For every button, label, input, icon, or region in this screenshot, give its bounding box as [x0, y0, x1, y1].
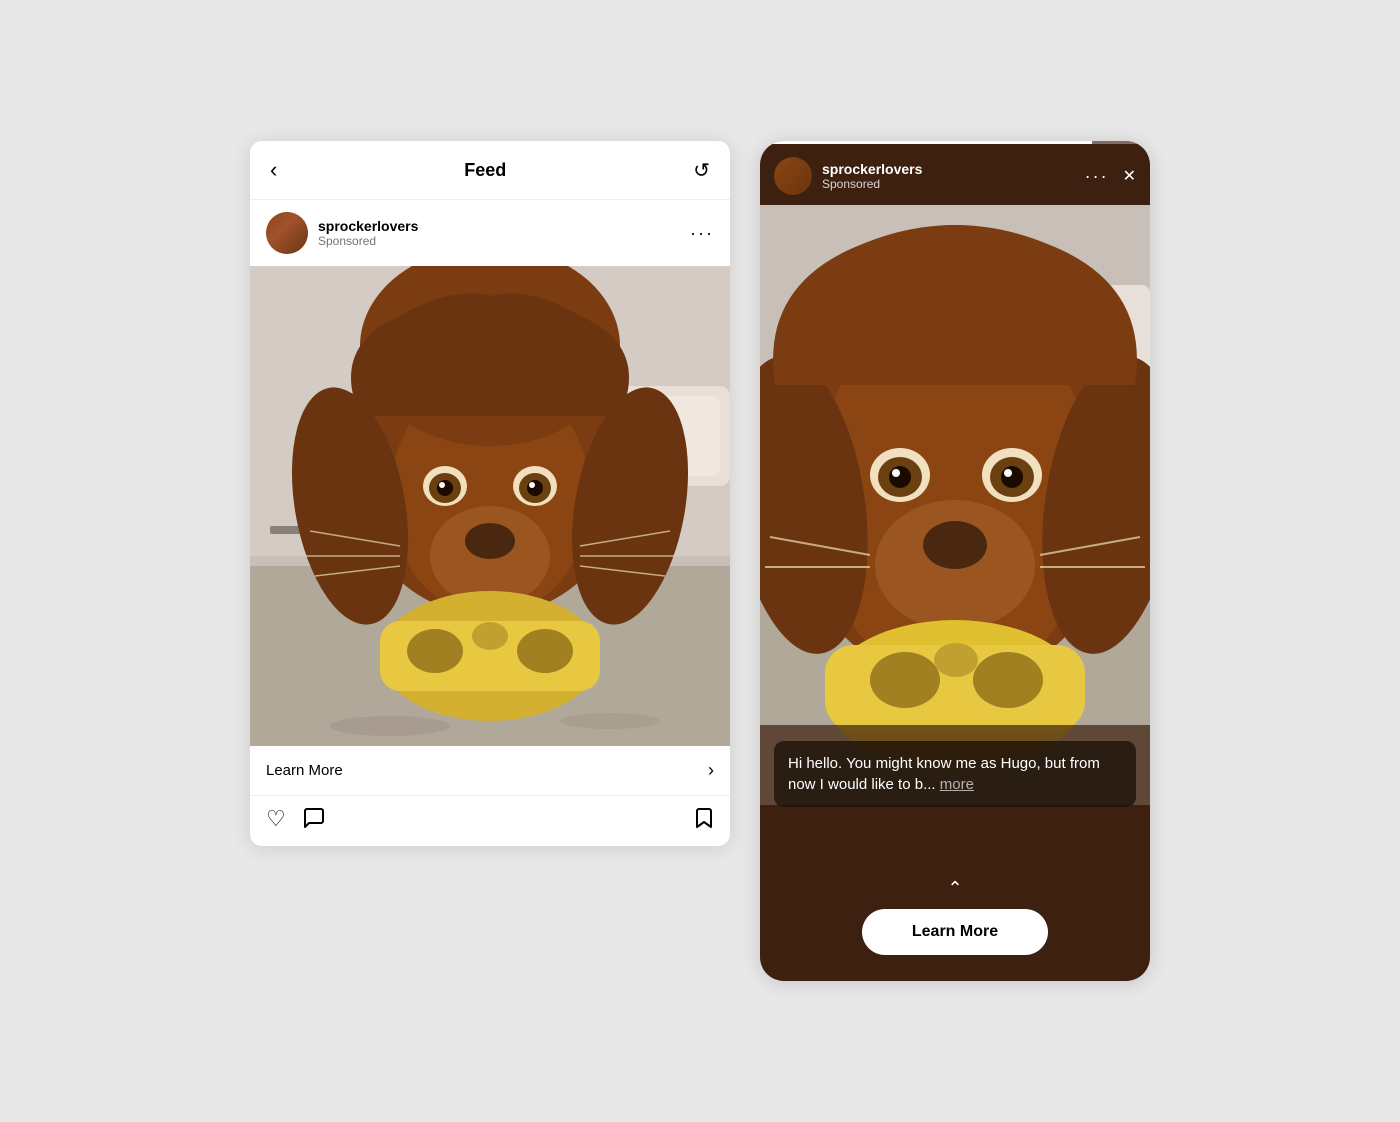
post-sponsored-label: Sponsored — [318, 234, 690, 248]
feed-mockup: ‹ Feed ↺ sprockerlovers Sponsored ··· — [250, 141, 730, 846]
avatar-image — [266, 212, 308, 254]
story-username: sprockerlovers — [822, 161, 1085, 177]
action-left-group: ♡ — [266, 806, 326, 836]
post-actions: ♡ — [250, 796, 730, 846]
dog-photo — [250, 266, 730, 746]
story-header: sprockerlovers Sponsored ··· ✕ — [760, 141, 1150, 205]
post-user-info: sprockerlovers Sponsored — [318, 218, 690, 248]
post-username: sprockerlovers — [318, 218, 690, 234]
learn-more-bar[interactable]: Learn More › — [250, 746, 730, 796]
learn-more-text: Learn More — [266, 762, 343, 779]
story-caption-text: Hi hello. You might know me as Hugo, but… — [788, 753, 1122, 795]
save-button[interactable] — [692, 806, 714, 836]
story-chevron-icon: ⌃ — [760, 874, 1150, 901]
story-learn-more-button[interactable]: Learn More — [862, 909, 1048, 955]
avatar — [266, 212, 308, 254]
comment-button[interactable] — [302, 806, 326, 836]
story-dog-photo — [760, 205, 1150, 805]
story-mockup: sprockerlovers Sponsored ··· ✕ — [760, 141, 1150, 981]
back-button[interactable]: ‹ — [270, 157, 277, 183]
feed-nav-header: ‹ Feed ↺ — [250, 141, 730, 200]
refresh-button[interactable]: ↺ — [693, 158, 710, 183]
like-button[interactable]: ♡ — [266, 806, 286, 836]
story-user-info: sprockerlovers Sponsored — [822, 161, 1085, 191]
post-image — [250, 266, 730, 746]
story-caption-more-link[interactable]: more — [940, 776, 974, 793]
story-image-area: Hi hello. You might know me as Hugo, but… — [760, 205, 1150, 874]
feed-title: Feed — [464, 160, 506, 181]
learn-more-arrow-icon: › — [708, 760, 714, 781]
story-progress-fill — [760, 141, 1092, 144]
story-bottom: ⌃ Learn More — [760, 874, 1150, 981]
post-more-button[interactable]: ··· — [690, 223, 714, 244]
story-close-button[interactable]: ✕ — [1123, 166, 1136, 186]
story-sponsored-label: Sponsored — [822, 177, 1085, 191]
story-actions: ··· ✕ — [1085, 166, 1136, 187]
story-more-button[interactable]: ··· — [1085, 166, 1109, 187]
story-caption: Hi hello. You might know me as Hugo, but… — [774, 741, 1136, 807]
post-header: sprockerlovers Sponsored ··· — [250, 200, 730, 266]
story-avatar — [774, 157, 812, 195]
story-progress-bar — [760, 141, 1150, 144]
main-container: ‹ Feed ↺ sprockerlovers Sponsored ··· — [210, 101, 1190, 1021]
